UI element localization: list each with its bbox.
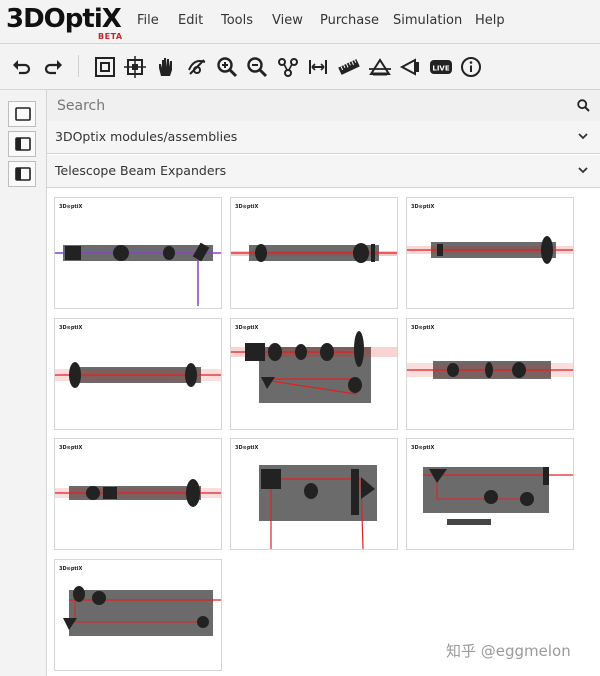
setup-preview-image [231,331,397,403]
square-icon [15,107,31,121]
left-panel-icon [15,137,31,151]
thumbnail-card[interactable]: 3D⊙ptiX [230,197,398,309]
beta-badge: BETA [98,32,123,41]
section-label: Telescope Beam Expanders [55,163,227,178]
menu-tools[interactable]: Tools [221,13,253,28]
setup-preview-image [55,362,221,388]
menu-simulation[interactable]: Simulation [393,13,462,28]
search-bar [47,90,600,122]
layout-left-panel-alt-button[interactable] [8,161,36,187]
undo-icon[interactable] [11,56,33,78]
section-modules-assemblies[interactable]: 3DOptix modules/assemblies [47,121,600,154]
info-icon[interactable] [460,56,482,78]
thumbnail-card[interactable]: 3D⊙ptiX [54,559,222,671]
setup-preview-image [259,465,377,549]
optical-bench-icon[interactable] [369,56,391,78]
setup-preview-image [407,236,573,264]
layout-left-panel-button[interactable] [8,131,36,157]
thumbnail-card[interactable]: 3D⊙ptiX [230,438,398,550]
zoom-out-icon[interactable] [246,56,268,78]
setup-preview-image [55,242,221,306]
select-region-icon[interactable] [124,56,146,78]
live-icon[interactable]: LIVE [430,56,452,78]
section-label: 3DOptix modules/assemblies [55,129,238,144]
left-rail [0,90,47,676]
setup-preview-image [55,479,221,507]
ruler-icon[interactable] [338,56,360,78]
thumbnail-card[interactable]: 3D⊙ptiX [54,197,222,309]
menu-bar: 3DOptiX BETA File Edit Tools View Purcha… [0,0,600,44]
search-input[interactable] [55,94,559,118]
thumbnail-card[interactable]: 3D⊙ptiX [406,438,574,550]
rotate-icon[interactable] [186,56,208,78]
zoom-in-icon[interactable] [216,56,238,78]
library-panel: 3DOptix modules/assemblies Telescope Bea… [47,90,600,676]
thumbnail-card[interactable]: 3D⊙ptiX [54,318,222,430]
fit-view-icon[interactable] [94,56,116,78]
setup-preview-image [423,467,573,525]
toolbar-separator [78,55,79,77]
menu-help[interactable]: Help [475,13,505,28]
menu-purchase[interactable]: Purchase [320,13,379,28]
chevron-down-icon [578,133,588,140]
group-icon[interactable] [277,56,299,78]
thumbnail-card[interactable]: 3D⊙ptiX [54,438,222,550]
thumbnail-card[interactable]: 3D⊙ptiX [406,197,574,309]
menu-edit[interactable]: Edit [178,13,203,28]
measure-distance-icon[interactable] [307,56,329,78]
logo-text: 3DOptiX [6,4,122,34]
setup-preview-image [231,243,397,263]
laser-source-icon[interactable] [399,56,421,78]
layout-full-button[interactable] [8,101,36,127]
watermark: 知乎 @eggmelon [446,642,571,660]
pan-hand-icon[interactable] [155,56,177,78]
menu-file[interactable]: File [137,13,159,28]
section-telescope-beam-expanders[interactable]: Telescope Beam Expanders [47,155,600,188]
chevron-down-icon [578,167,588,174]
left-panel-icon [15,167,31,181]
app-logo[interactable]: 3DOptiX BETA [6,4,123,41]
menu-view[interactable]: View [272,13,303,28]
setup-preview-image [63,586,221,636]
setup-preview-image [407,361,573,379]
search-icon[interactable] [577,99,590,112]
redo-icon[interactable] [42,56,64,78]
thumbnail-card[interactable]: 3D⊙ptiX [406,318,574,430]
toolbar: LIVE [0,44,600,90]
thumbnail-card[interactable]: 3D⊙ptiX [230,318,398,430]
live-label: LIVE [432,65,449,73]
